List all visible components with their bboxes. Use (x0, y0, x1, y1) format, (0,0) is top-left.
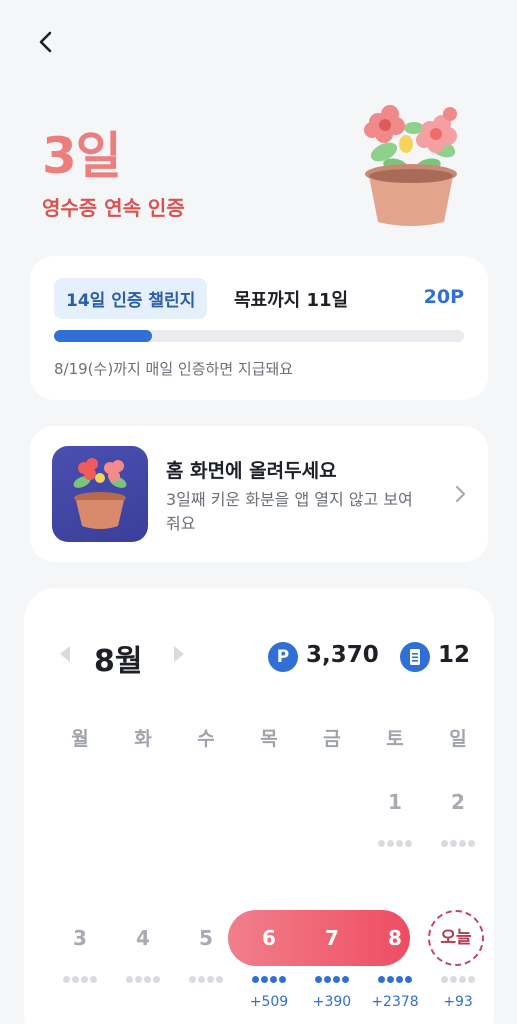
weekday-sun: 일 (449, 728, 467, 750)
challenge-chip: 14일 인증 챌린지 (54, 278, 208, 319)
receipt-icon (400, 642, 430, 672)
widget-promo-description: 3일째 키운 화분을 앱 열지 않고 보여줘요 (166, 490, 413, 533)
widget-promo-title: 홈 화면에 올려두세요 (166, 460, 337, 482)
streak-label: 영수증 연속 인증 (42, 196, 185, 220)
day-progress-dots (312, 976, 352, 983)
month-label: 8월 (94, 644, 143, 679)
calendar-day[interactable]: 2 (438, 790, 478, 814)
day-progress-dots (375, 976, 415, 983)
calendar-day[interactable]: 3 (60, 926, 100, 950)
challenge-progress-fill (54, 330, 153, 342)
points-icon: P (268, 642, 298, 672)
calendar-card: 8월 P 3,370 12 월 화 수 목 금 토 일 1 2 오늘 3 4 5… (24, 588, 494, 1024)
day-bonus-points: +390 (312, 994, 352, 1010)
day-bonus-points: +2378 (371, 994, 419, 1010)
caret-right-icon (174, 646, 184, 662)
calendar-day[interactable]: 7 (312, 926, 352, 950)
calendar-day[interactable]: 4 (123, 926, 163, 950)
caret-left-icon (60, 646, 70, 662)
back-button[interactable] (30, 26, 62, 58)
goal-remaining: 목표까지 11일 (234, 290, 349, 311)
day-progress-dots (60, 976, 100, 983)
chevron-right-icon (454, 484, 468, 508)
challenge-card[interactable]: 14일 인증 챌린지 목표까지 11일 20P 8/19(수)까지 매일 인증하… (30, 256, 488, 400)
calendar-day[interactable]: 8 (375, 926, 415, 950)
weekday-fri: 금 (323, 728, 341, 750)
points-total: 3,370 (306, 642, 379, 668)
widget-preview-icon (52, 446, 148, 542)
today-badge[interactable]: 오늘 (428, 910, 484, 966)
calendar-day[interactable]: 1 (375, 790, 415, 814)
day-bonus-points: +93 (443, 994, 473, 1010)
challenge-progress-bar (54, 330, 464, 342)
chevron-left-icon (39, 31, 52, 53)
calendar-day[interactable]: 6 (249, 926, 289, 950)
prev-month-button[interactable] (58, 644, 72, 668)
day-progress-dots (438, 976, 478, 983)
challenge-note: 8/19(수)까지 매일 인증하면 지급돼요 (54, 360, 294, 378)
day-progress-dots (186, 976, 226, 983)
widget-promo-card[interactable]: 홈 화면에 올려두세요 3일째 키운 화분을 앱 열지 않고 보여줘요 (30, 426, 488, 562)
calendar-day[interactable]: 5 (186, 926, 226, 950)
day-progress-dots (375, 840, 415, 847)
weekday-thu: 목 (260, 728, 278, 750)
weekday-sat: 토 (386, 728, 404, 750)
receipt-count: 12 (438, 642, 471, 668)
weekday-wed: 수 (197, 728, 215, 750)
day-progress-dots (249, 976, 289, 983)
weekday-mon: 월 (71, 728, 89, 750)
next-month-button[interactable] (172, 644, 186, 668)
day-bonus-points: +509 (249, 994, 289, 1010)
flower-pot-icon (356, 100, 466, 230)
day-progress-dots (438, 840, 478, 847)
day-progress-dots (123, 976, 163, 983)
streak-count: 3일 (42, 127, 122, 185)
reward-points: 20P (423, 286, 464, 308)
weekday-tue: 화 (134, 728, 152, 750)
